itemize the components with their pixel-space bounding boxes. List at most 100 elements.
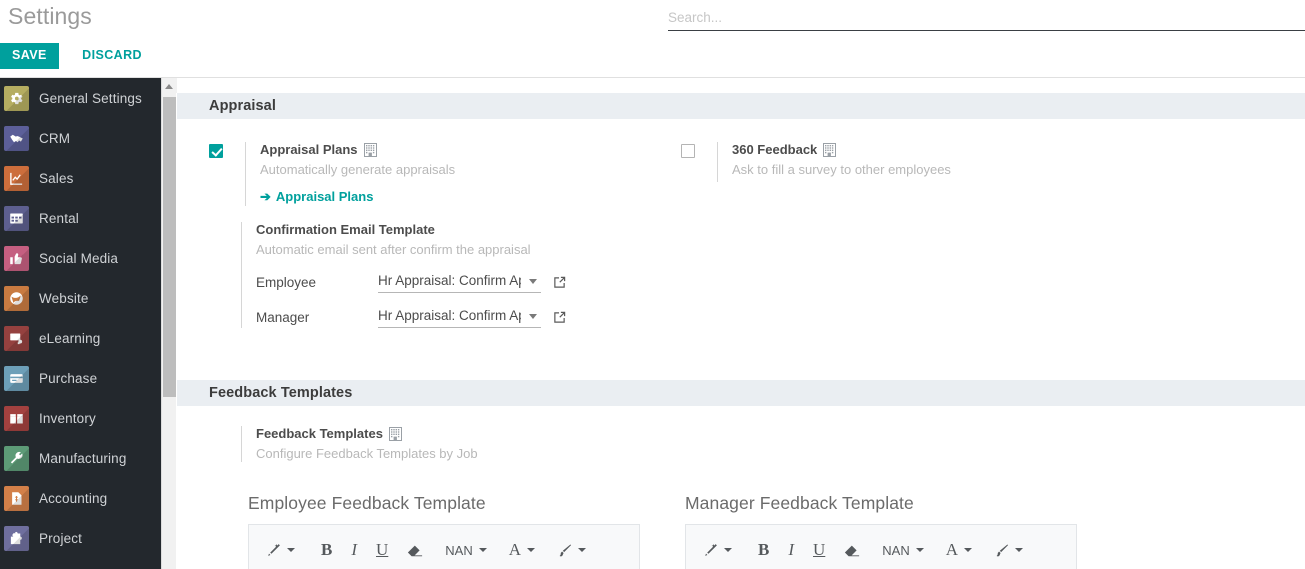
sidebar-item-label: Purchase	[39, 370, 98, 386]
scroll-up-arrow-icon[interactable]	[162, 78, 177, 93]
chevron-down-icon	[478, 548, 487, 552]
chevron-down-icon	[1015, 548, 1024, 552]
search-input[interactable]	[668, 5, 1305, 29]
manager-feedback-editor: Manager Feedback Template B I U NAN A	[685, 493, 1077, 569]
magic-wand-icon[interactable]	[266, 543, 295, 558]
sidebar-item-rental[interactable]: Rental	[0, 198, 161, 238]
employee-template-row: Employee Hr Appraisal: Confirm Appraisal	[256, 271, 681, 293]
paint-brush-icon[interactable]	[557, 543, 587, 558]
sidebar-item-website[interactable]: Website	[0, 278, 161, 318]
bold-button[interactable]: B	[758, 540, 769, 560]
sidebar-item-social-media[interactable]: Social Media	[0, 238, 161, 278]
bold-button[interactable]: B	[321, 540, 332, 560]
employee-template-select[interactable]: Hr Appraisal: Confirm Appraisal	[378, 271, 541, 293]
sidebar-item-label: Rental	[39, 210, 79, 226]
search-bar[interactable]	[668, 5, 1305, 31]
sidebar-item-label: Sales	[39, 170, 74, 186]
appraisal-plans-link-label: Appraisal Plans	[275, 189, 374, 204]
box-icon	[4, 405, 29, 431]
sidebar-scrollbar[interactable]	[161, 78, 177, 569]
appraisal-plans-checkbox[interactable]	[209, 144, 223, 158]
card-icon	[4, 365, 29, 391]
top-bar: Settings SAVE DISCARD	[0, 0, 1305, 78]
settings-content: Appraisal Appraisal Plans Automatically …	[177, 78, 1305, 569]
feedback-templates-description: Configure Feedback Templates by Job	[256, 446, 478, 461]
sidebar-item-sales[interactable]: Sales	[0, 158, 161, 198]
section-header-feedback-templates: Feedback Templates	[177, 380, 1305, 406]
enterprise-icon	[823, 143, 837, 157]
manager-field-label: Manager	[256, 309, 310, 325]
manager-template-value: Hr Appraisal: Confirm Appraisal	[378, 308, 521, 323]
scrollbar-thumb[interactable]	[163, 97, 176, 397]
settings-app: Settings SAVE DISCARD General Settings C…	[0, 0, 1305, 569]
360-feedback-body: 360 Feedback Ask to fill a survey to oth…	[717, 142, 951, 182]
360-feedback-title: 360 Feedback	[732, 142, 951, 158]
font-size-selector[interactable]: NAN	[445, 542, 487, 558]
sidebar-item-purchase[interactable]: Purchase	[0, 358, 161, 398]
sidebar-item-label: Social Media	[39, 250, 119, 266]
feedback-templates-block: Feedback Templates Configure Feedback Te…	[241, 426, 681, 462]
360-feedback-label: 360 Feedback	[732, 142, 818, 157]
360-feedback-checkbox[interactable]	[681, 144, 695, 158]
sidebar-item-label: Project	[39, 530, 83, 546]
appraisal-plans-body: Appraisal Plans Automatically generate a…	[245, 142, 455, 206]
sidebar-item-project[interactable]: Project	[0, 518, 161, 558]
employee-editor-title: Employee Feedback Template	[248, 493, 486, 513]
action-buttons: SAVE DISCARD	[0, 43, 152, 69]
sidebar-item-label: CRM	[39, 130, 71, 146]
save-button[interactable]: SAVE	[0, 43, 59, 69]
confirmation-email-title: Confirmation Email Template	[256, 222, 435, 237]
italic-button[interactable]: I	[351, 540, 357, 560]
sidebar-item-label: Manufacturing	[39, 450, 127, 466]
font-size-value: NAN	[445, 542, 473, 558]
underline-button[interactable]: U	[376, 540, 388, 560]
font-color-selector[interactable]: A	[945, 540, 973, 560]
external-link-icon[interactable]	[553, 276, 566, 289]
sidebar-item-label: eLearning	[39, 330, 101, 346]
gear-icon	[4, 85, 29, 111]
sidebar-item-crm[interactable]: CRM	[0, 118, 161, 158]
eraser-icon[interactable]	[407, 544, 423, 557]
paint-brush-icon[interactable]	[994, 543, 1024, 558]
font-size-selector[interactable]: NAN	[882, 543, 924, 558]
chevron-down-icon	[529, 279, 537, 284]
magic-wand-icon[interactable]	[703, 543, 732, 558]
chevron-down-icon	[964, 548, 973, 552]
sidebar-item-label: General Settings	[39, 90, 142, 106]
italic-button[interactable]: I	[788, 540, 794, 560]
discard-button[interactable]: DISCARD	[72, 43, 152, 69]
360-feedback-description: Ask to fill a survey to other employees	[732, 162, 951, 177]
manager-template-row: Manager Hr Appraisal: Confirm Appraisal	[256, 306, 681, 328]
invoice-icon	[4, 485, 29, 511]
setting-360-feedback: 360 Feedback Ask to fill a survey to oth…	[681, 142, 1121, 182]
sidebar-item-accounting[interactable]: Accounting	[0, 478, 161, 518]
appraisal-plans-link[interactable]: ➔ Appraisal Plans	[260, 189, 373, 204]
confirmation-email-template-block: Confirmation Email Template Automatic em…	[241, 222, 681, 328]
font-color-label: A	[945, 540, 959, 559]
wrench-icon	[4, 445, 29, 471]
appraisal-plans-description: Automatically generate appraisals	[260, 162, 456, 177]
sidebar-item-manufacturing[interactable]: Manufacturing	[0, 438, 161, 478]
eraser-icon[interactable]	[844, 544, 860, 557]
globe-icon	[4, 285, 29, 311]
sidebar-item-elearning[interactable]: eLearning	[0, 318, 161, 358]
sidebar-item-inventory[interactable]: Inventory	[0, 398, 161, 438]
chevron-down-icon	[915, 548, 924, 552]
employee-editor-toolbar: B I U NAN A	[248, 524, 640, 569]
manager-editor-title: Manager Feedback Template	[685, 493, 914, 513]
thumbs-up-icon	[4, 245, 29, 271]
handshake-icon	[4, 125, 29, 151]
font-color-selector[interactable]: A	[509, 540, 536, 560]
external-link-icon[interactable]	[553, 311, 566, 324]
underline-button[interactable]: U	[813, 540, 825, 560]
enterprise-icon	[388, 427, 402, 441]
feedback-templates-label: Feedback Templates	[256, 426, 383, 441]
section-header-appraisal: Appraisal	[177, 93, 1305, 119]
manager-template-select[interactable]: Hr Appraisal: Confirm Appraisal	[378, 306, 541, 328]
chevron-down-icon	[287, 548, 295, 552]
chevron-down-icon	[724, 548, 732, 552]
chevron-down-icon	[529, 314, 537, 319]
settings-sidebar: General Settings CRM Sales Rental Social	[0, 78, 161, 569]
sidebar-item-general-settings[interactable]: General Settings	[0, 78, 161, 118]
presentation-icon	[4, 325, 29, 351]
